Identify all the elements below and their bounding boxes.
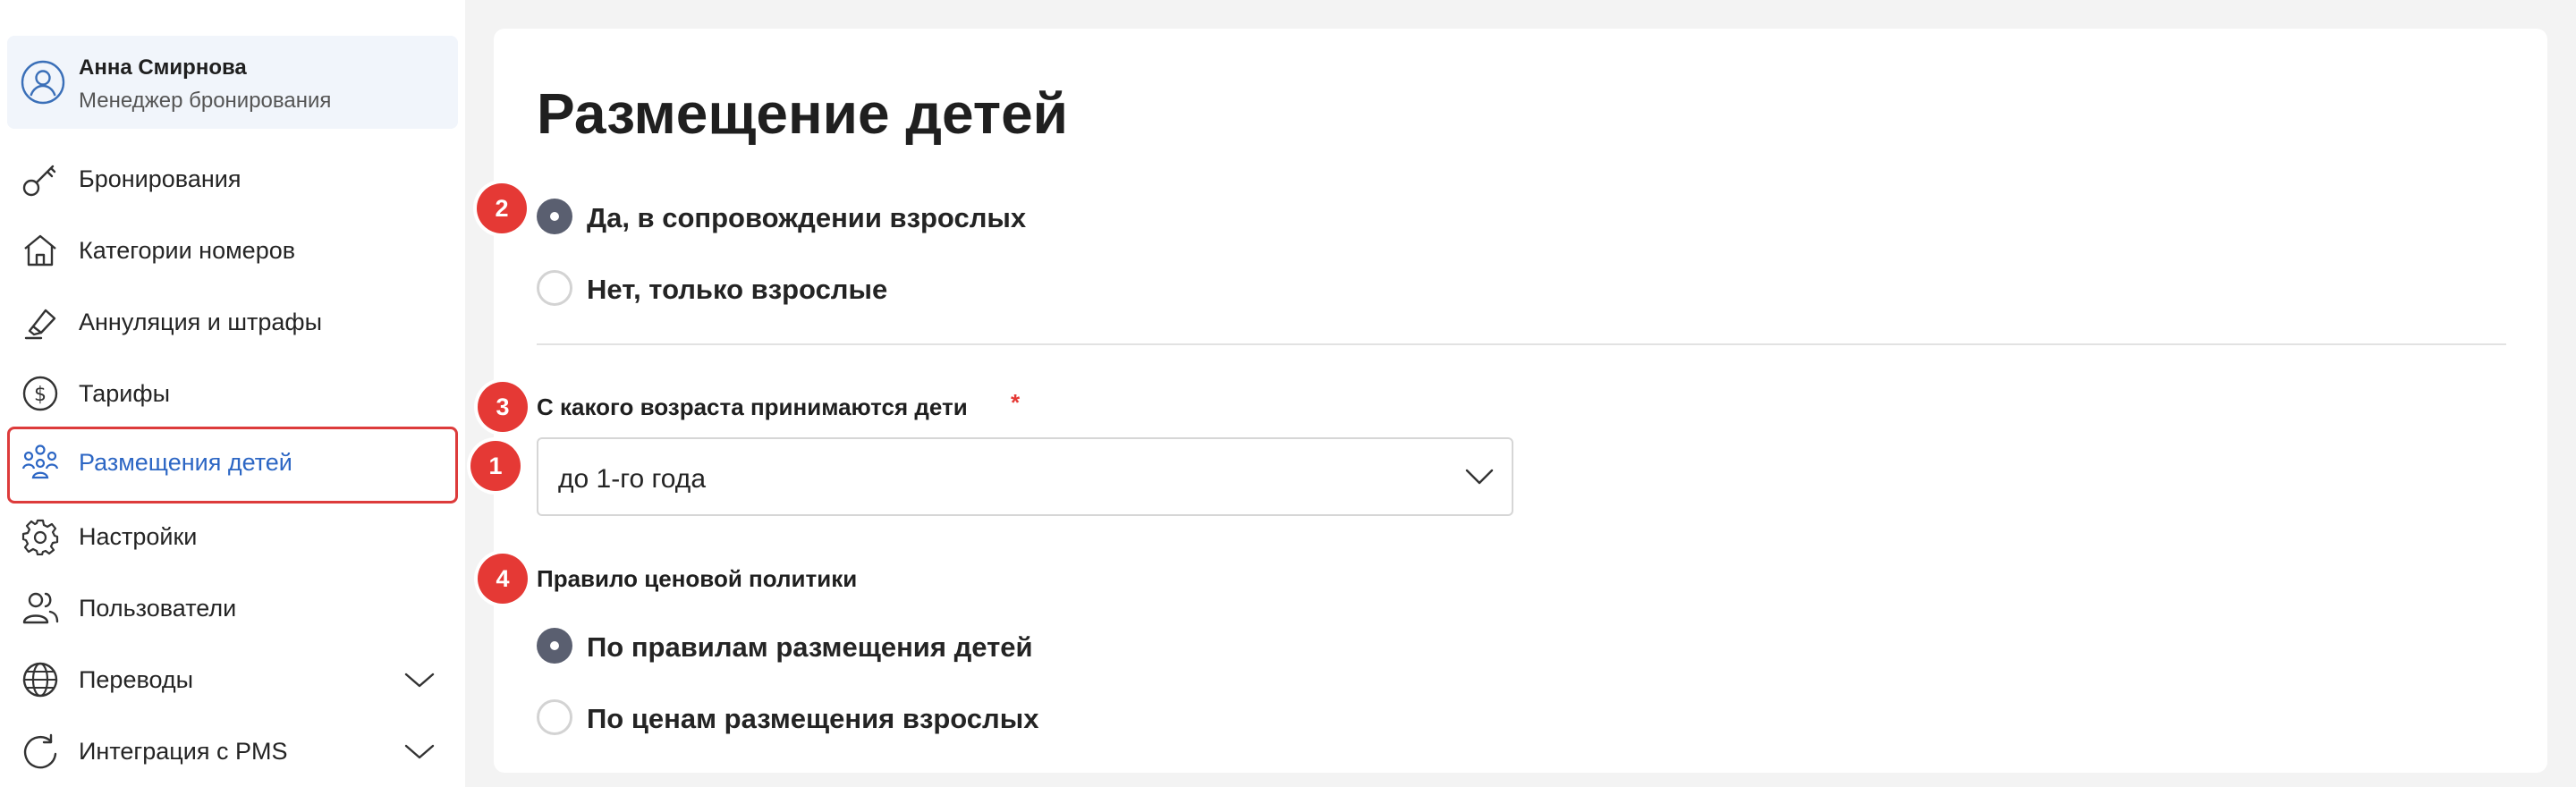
divider (537, 343, 2506, 345)
sidebar-item-label: Интеграция с PMS (79, 738, 288, 765)
home-icon (24, 234, 56, 267)
sidebar-item-settings[interactable]: Настройки (7, 501, 458, 572)
radio-option-adult-prices[interactable]: По ценам размещения взрослых (537, 697, 1342, 738)
sidebar-item-label: Бронирования (79, 165, 242, 192)
step-badge-2: 2 (477, 183, 527, 233)
radio-button-checked[interactable] (537, 628, 572, 664)
user-card[interactable]: Анна Смирнова Менеджер бронирования (7, 36, 458, 129)
step-badge-4: 4 (478, 554, 528, 604)
step-badge-3: 3 (478, 382, 528, 432)
eraser-icon (24, 309, 56, 340)
radio-label: Да, в сопровождении взрослых (587, 202, 1027, 233)
sidebar-item-pms-integration[interactable]: Интеграция с PMS (7, 715, 458, 787)
app-root: Анна Смирнова Менеджер бронирования Брон… (0, 0, 2576, 787)
sidebar-item-label: Переводы (79, 666, 194, 693)
sidebar-item-child-accommodation[interactable]: Размещения детей (7, 427, 458, 504)
sidebar-item-room-categories[interactable]: Категории номеров (7, 215, 458, 286)
sidebar-item-label: Категории номеров (79, 237, 296, 264)
radio-option-with-adults[interactable]: Да, в сопровождении взрослых (537, 196, 1342, 237)
radio-button-checked[interactable] (537, 199, 572, 234)
sidebar-item-translations[interactable]: Переводы (7, 644, 458, 715)
sidebar-item-bookings[interactable]: Бронирования (7, 143, 458, 215)
age-select-value: до 1-го года (558, 464, 706, 494)
user-name: Анна Смирнова (79, 55, 247, 80)
radio-label: По правилам размещения детей (587, 631, 1033, 663)
main-panel: Размещение детей Да, в сопровождении взр… (494, 29, 2547, 773)
sidebar: Анна Смирнова Менеджер бронирования Брон… (0, 0, 465, 787)
sidebar-item-users[interactable]: Пользователи (7, 572, 458, 644)
svg-text:$: $ (34, 384, 47, 406)
age-field-label: С какого возраста принимаются дети (537, 394, 968, 420)
sync-icon (23, 733, 57, 769)
sidebar-item-label: Настройки (79, 523, 198, 550)
dollar-circle-icon: $ (22, 376, 58, 411)
radio-label: По ценам размещения взрослых (587, 703, 1039, 734)
sidebar-item-label: Пользователи (79, 595, 237, 622)
radio-option-child-rules[interactable]: По правилам размещения детей (537, 625, 1342, 666)
radio-button[interactable] (537, 699, 572, 735)
globe-icon (22, 662, 58, 698)
user-avatar-icon (21, 60, 65, 105)
pricing-policy-label: Правило ценовой политики (537, 565, 858, 592)
sidebar-item-rates[interactable]: $ Тарифы (7, 358, 458, 429)
radio-button[interactable] (537, 270, 572, 306)
people-group-icon (21, 444, 59, 479)
gear-icon (21, 519, 59, 555)
age-select[interactable]: до 1-го года (537, 437, 1513, 516)
user-role: Менеджер бронирования (79, 89, 332, 113)
sidebar-item-cancellation[interactable]: Аннуляция и штрафы (7, 286, 458, 358)
page-title: Размещение детей (537, 81, 1068, 146)
sidebar-item-label: Тарифы (79, 380, 171, 407)
sidebar-item-label: Размещения детей (79, 449, 292, 476)
step-badge-1: 1 (470, 441, 521, 491)
chevron-down-icon[interactable] (404, 669, 435, 690)
sidebar-item-label: Аннуляция и штрафы (79, 309, 323, 335)
users-icon (22, 592, 59, 624)
required-mark: * (1011, 389, 1021, 416)
chevron-down-icon[interactable] (404, 740, 435, 762)
chevron-down-icon (1465, 469, 1494, 485)
radio-option-adults-only[interactable]: Нет, только взрослые (537, 267, 1342, 309)
radio-label: Нет, только взрослые (587, 274, 888, 305)
key-icon (22, 165, 56, 197)
